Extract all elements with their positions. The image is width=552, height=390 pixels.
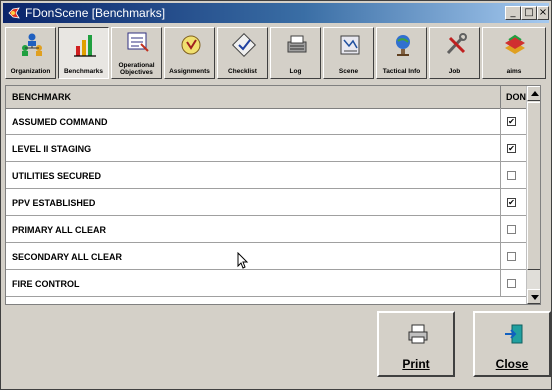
- benchmark-name: UTILITIES SECURED: [12, 171, 102, 181]
- done-checkbox[interactable]: ✔: [507, 117, 516, 126]
- toolbar-log-button[interactable]: Log: [270, 27, 321, 79]
- benchmark-name: ASSUMED COMMAND: [12, 117, 108, 127]
- toolbar-label: Benchmarks: [63, 68, 104, 75]
- table-row[interactable]: UTILITIES SECURED: [6, 162, 526, 189]
- table-row[interactable]: FIRE CONTROL: [6, 270, 526, 297]
- maximize-button[interactable]: □: [521, 6, 537, 20]
- scroll-thumb[interactable]: [527, 102, 540, 270]
- scene-icon: [340, 35, 360, 55]
- toolbar-job-button[interactable]: Job: [429, 27, 480, 79]
- job-icon: [446, 33, 467, 55]
- table-row[interactable]: PPV ESTABLISHED ✔: [6, 189, 526, 216]
- column-divider: [500, 108, 501, 135]
- toolbar-benchmarks-button[interactable]: Benchmarks: [58, 27, 109, 79]
- organization-icon: [22, 33, 42, 56]
- app-window: FDonScene [Benchmarks] _ □ × Organizatio…: [0, 0, 552, 390]
- done-checkbox[interactable]: ✔: [507, 144, 516, 153]
- close-button[interactable]: Close: [473, 311, 551, 377]
- objectives-icon: [127, 32, 149, 52]
- toolbar-label: Operational Objectives: [118, 62, 155, 76]
- benchmark-column-header[interactable]: BENCHMARK: [12, 92, 71, 102]
- benchmark-name: SECONDARY ALL CLEAR: [12, 252, 123, 262]
- print-button[interactable]: Print: [377, 311, 455, 377]
- assignments-icon: [181, 35, 201, 55]
- toolbar-label: Tactical Info: [382, 68, 421, 75]
- done-checkbox[interactable]: [507, 279, 516, 288]
- toolbar-label: Log: [289, 68, 302, 75]
- table-row[interactable]: PRIMARY ALL CLEAR: [6, 216, 526, 243]
- app-icon: [8, 7, 20, 19]
- tactical-info-icon: [396, 35, 410, 56]
- toolbar-checklist-button[interactable]: Checklist: [217, 27, 268, 79]
- toolbar-label: Assignments: [169, 68, 210, 75]
- table-row[interactable]: SECONDARY ALL CLEAR: [6, 243, 526, 270]
- minimize-button[interactable]: _: [505, 6, 521, 20]
- title-bar[interactable]: FDonScene [Benchmarks] _ □ ×: [3, 3, 549, 23]
- column-divider: [500, 270, 501, 297]
- done-checkbox[interactable]: ✔: [507, 198, 516, 207]
- scroll-up-button[interactable]: [527, 86, 540, 101]
- log-icon: [287, 35, 307, 53]
- benchmark-name: FIRE CONTROL: [12, 279, 80, 289]
- benchmark-name: PPV ESTABLISHED: [12, 198, 96, 208]
- toolbar-organization-button[interactable]: Organization: [5, 27, 56, 79]
- close-window-button[interactable]: ×: [537, 6, 549, 20]
- window-title: FDonScene [Benchmarks]: [25, 6, 166, 20]
- column-divider: [500, 162, 501, 189]
- toolbar-label: Organization: [10, 68, 51, 75]
- done-checkbox[interactable]: [507, 252, 516, 261]
- column-divider: [500, 189, 501, 216]
- mouse-pointer-icon: [237, 252, 249, 269]
- vertical-scrollbar[interactable]: [526, 86, 540, 304]
- benchmark-name: LEVEL II STAGING: [12, 144, 92, 154]
- table-header: BENCHMARK DONE: [6, 86, 532, 109]
- checklist-icon: [231, 32, 257, 58]
- arrow-down-icon: [531, 295, 539, 300]
- table-row[interactable]: ASSUMED COMMAND ✔: [6, 108, 526, 135]
- done-checkbox[interactable]: [507, 225, 516, 234]
- column-divider: [500, 216, 501, 243]
- column-divider: [500, 86, 501, 108]
- toolbar-tactical-info-button[interactable]: Tactical Info: [376, 27, 427, 79]
- done-checkbox[interactable]: [507, 171, 516, 180]
- exit-door-icon: [505, 324, 523, 344]
- close-label: Close: [495, 357, 529, 371]
- toolbar-label: aims: [506, 68, 522, 75]
- benchmark-table: BENCHMARK DONE ASSUMED COMMAND ✔ LEVEL I…: [5, 85, 541, 305]
- aims-icon: [505, 34, 525, 54]
- printer-icon: [408, 324, 428, 344]
- benchmarks-icon: [74, 35, 96, 57]
- print-label: Print: [402, 357, 430, 371]
- scroll-down-button[interactable]: [527, 289, 540, 304]
- toolbar-label: Scene: [338, 68, 359, 75]
- toolbar-scene-button[interactable]: Scene: [323, 27, 374, 79]
- toolbar: Organization Benchmarks Operational Obje…: [3, 25, 549, 83]
- column-divider: [500, 243, 501, 270]
- table-row[interactable]: LEVEL II STAGING ✔: [6, 135, 526, 162]
- button-bar: Print Close: [5, 307, 551, 387]
- benchmark-name: PRIMARY ALL CLEAR: [12, 225, 107, 235]
- toolbar-assignments-button[interactable]: Assignments: [164, 27, 215, 79]
- toolbar-objectives-button[interactable]: Operational Objectives: [111, 27, 162, 79]
- toolbar-label: Checklist: [228, 68, 257, 75]
- column-divider: [500, 135, 501, 162]
- toolbar-aims-button[interactable]: aims: [482, 27, 546, 79]
- arrow-up-icon: [531, 91, 539, 96]
- toolbar-label: Job: [448, 68, 461, 75]
